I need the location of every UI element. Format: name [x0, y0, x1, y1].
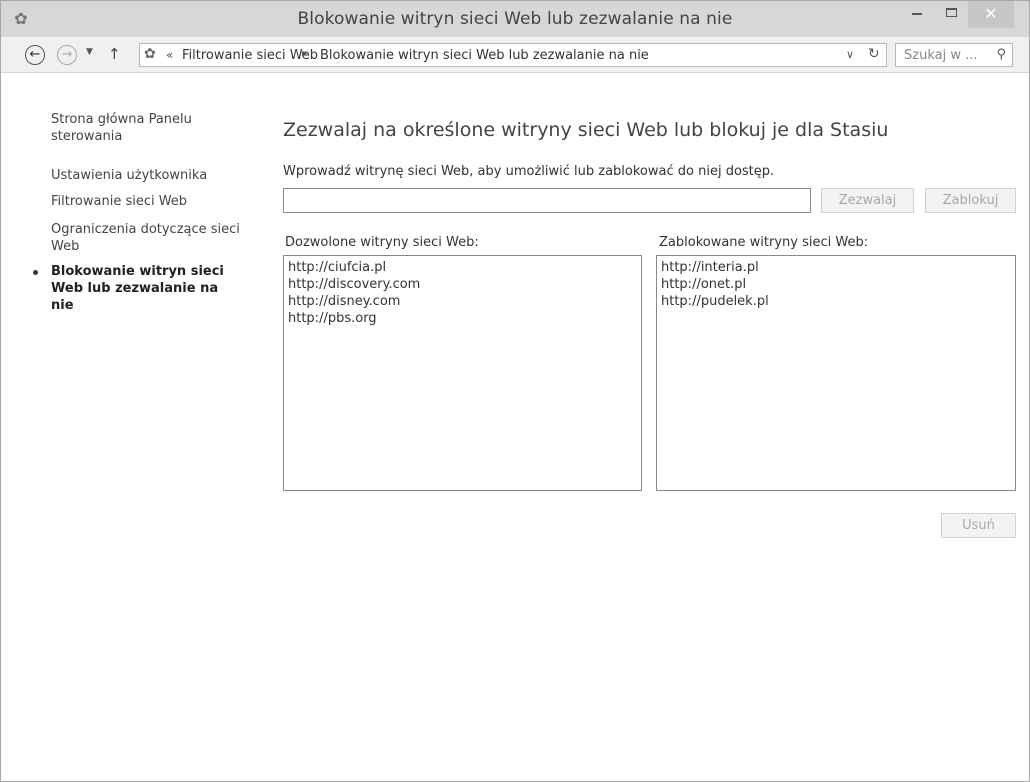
search-placeholder: Szukaj w ...: [904, 48, 978, 63]
breadcrumb-web-filtering[interactable]: Filtrowanie sieci Web: [182, 48, 318, 63]
maximize-button[interactable]: [934, 1, 968, 28]
title-bar[interactable]: ✿ Blokowanie witryn sieci Web lub zezwal…: [1, 1, 1029, 37]
minimize-icon: [912, 13, 922, 15]
content-area: Strona główna Panelu sterowania Ustawien…: [1, 73, 1029, 781]
recent-locations-icon[interactable]: ▼: [86, 47, 93, 57]
allowed-sites-list[interactable]: http://ciufcia.pl http://discovery.com h…: [283, 255, 642, 491]
list-item[interactable]: http://ciufcia.pl: [288, 259, 637, 276]
sidebar: Strona główna Panelu sterowania Ustawien…: [1, 73, 261, 781]
blocked-sites-list[interactable]: http://interia.pl http://onet.pl http://…: [656, 255, 1016, 491]
chevron-down-icon[interactable]: ∨: [846, 48, 854, 61]
forward-arrow-icon[interactable]: →: [57, 45, 77, 65]
refresh-icon[interactable]: ↻: [868, 46, 880, 62]
sidebar-item-block-allow-sites[interactable]: Blokowanie witryn sieci Web lub zezwalan…: [51, 263, 241, 314]
list-item[interactable]: http://interia.pl: [661, 259, 1011, 276]
overflow-icon[interactable]: «: [166, 48, 173, 62]
sidebar-item-web-filtering[interactable]: Filtrowanie sieci Web: [51, 193, 241, 210]
window-title: Blokowanie witryn sieci Web lub zezwalan…: [297, 9, 733, 29]
list-item[interactable]: http://disney.com: [288, 293, 637, 310]
location-icon: ✿: [144, 46, 156, 62]
website-input[interactable]: [283, 188, 811, 213]
active-bullet-icon: [33, 270, 38, 275]
list-item[interactable]: http://discovery.com: [288, 276, 637, 293]
search-icon[interactable]: ⚲: [996, 47, 1006, 62]
navigation-bar: ← → ▼ ↑ ✿ « Filtrowanie sieci Web ▸ Blok…: [1, 37, 1029, 73]
remove-button[interactable]: Usuń: [941, 513, 1016, 538]
breadcrumb-block-allow-sites[interactable]: Blokowanie witryn sieci Web lub zezwalan…: [320, 48, 649, 63]
search-input[interactable]: Szukaj w ... ⚲: [895, 43, 1013, 67]
list-item[interactable]: http://onet.pl: [661, 276, 1011, 293]
list-item[interactable]: http://pbs.org: [288, 310, 637, 327]
up-arrow-icon[interactable]: ↑: [108, 45, 121, 63]
maximize-icon: [945, 8, 957, 17]
control-panel-window: ✿ Blokowanie witryn sieci Web lub zezwal…: [0, 0, 1030, 782]
blocked-sites-label: Zablokowane witryny sieci Web:: [659, 235, 869, 250]
allow-button[interactable]: Zezwalaj: [821, 188, 914, 213]
back-arrow-icon[interactable]: ←: [25, 45, 45, 65]
close-icon: ✕: [984, 4, 998, 23]
allowed-sites-label: Dozwolone witryny sieci Web:: [285, 235, 479, 250]
instruction-text: Wprowadź witrynę sieci Web, aby umożliwi…: [283, 164, 775, 179]
block-button[interactable]: Zablokuj: [925, 188, 1016, 213]
page-title: Zezwalaj na określone witryny sieci Web …: [283, 119, 889, 141]
close-button[interactable]: ✕: [968, 1, 1014, 28]
sidebar-item-user-settings[interactable]: Ustawienia użytkownika: [51, 167, 241, 184]
sidebar-item-control-panel-home[interactable]: Strona główna Panelu sterowania: [51, 111, 241, 145]
minimize-button[interactable]: [900, 1, 934, 28]
breadcrumb-arrow-icon[interactable]: ▸: [302, 48, 307, 59]
sidebar-item-web-restrictions[interactable]: Ograniczenia dotyczące sieci Web: [51, 221, 241, 255]
address-bar[interactable]: ✿ « Filtrowanie sieci Web ▸ Blokowanie w…: [139, 43, 887, 67]
list-item[interactable]: http://pudelek.pl: [661, 293, 1011, 310]
